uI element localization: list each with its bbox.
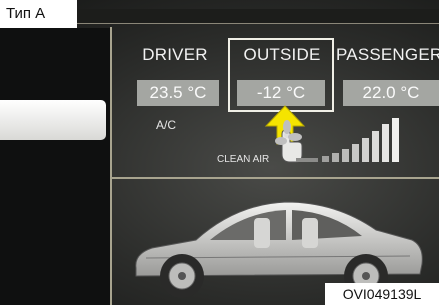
top-bar [77,9,439,24]
horizontal-divider [112,177,439,179]
passenger-title: PASSENGER [336,45,439,64]
left-panel [0,28,110,305]
driver-title: DRIVER [142,45,208,64]
outside-highlight-frame [228,38,334,112]
type-label: Тип А [0,0,77,28]
vertical-divider [110,27,112,305]
left-menu-bar[interactable] [0,100,106,140]
climate-display: DRIVER OUTSIDE PASSENGER 23.5 °C -12 °C … [0,0,439,305]
clean-air-label: CLEAN AIR [217,154,270,165]
image-code-label: OVI049139L [325,283,439,305]
driver-temp[interactable]: 23.5 °C [137,80,219,106]
signal-bars-icon [296,118,399,162]
ac-label: A/C [156,118,177,132]
passenger-temp[interactable]: 22.0 °C [343,80,439,106]
